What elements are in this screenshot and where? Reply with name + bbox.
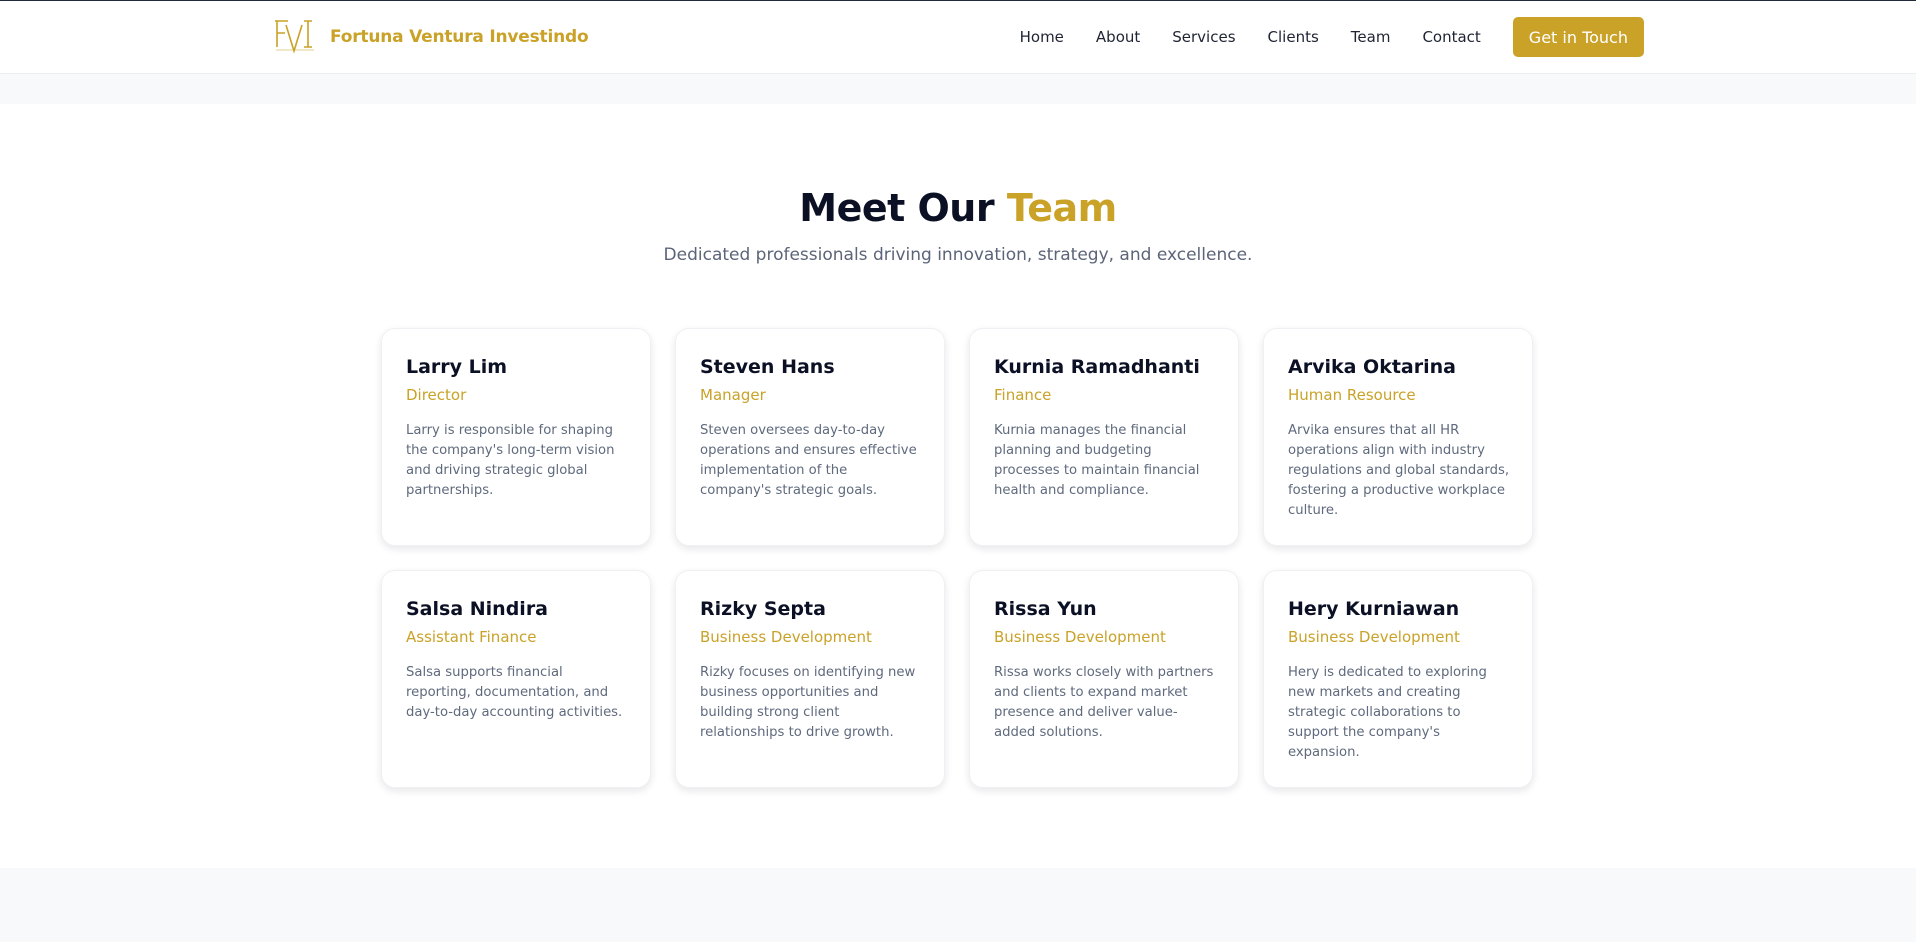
member-name: Steven Hans [700, 356, 835, 378]
get-in-touch-button[interactable]: Get in Touch [1512, 17, 1644, 57]
member-name: Kurnia Ramadhanti [994, 356, 1200, 378]
member-role: Business Development [700, 628, 872, 646]
team-card: Kurnia Ramadhanti Finance Kurnia manages… [969, 328, 1239, 546]
member-role: Assistant Finance [406, 628, 537, 646]
member-name: Hery Kurniawan [1288, 598, 1460, 620]
section-title-prefix: Meet Our [799, 186, 995, 230]
fvi-logo-icon [275, 20, 314, 54]
member-bio: Rissa works closely with partners and cl… [994, 665, 1214, 740]
nav-home[interactable]: Home [1020, 28, 1064, 46]
nav-about[interactable]: About [1096, 28, 1140, 46]
member-role: Director [406, 386, 467, 404]
team-card: Arvika Oktarina Human Resource Arvika en… [1263, 328, 1533, 546]
member-bio: Hery is dedicated to exploring new marke… [1288, 665, 1487, 760]
member-name: Salsa Nindira [406, 598, 549, 620]
team-card: Hery Kurniawan Business Development Hery… [1263, 570, 1533, 788]
member-bio: Salsa supports financial reporting, docu… [406, 665, 623, 720]
member-name: Arvika Oktarina [1288, 356, 1456, 378]
team-section: Meet Our Team Dedicated professionals dr… [0, 104, 1916, 868]
team-grid: Larry Lim Director Larry is responsible … [381, 328, 1533, 788]
brand-name[interactable]: Fortuna Ventura Investindo [330, 27, 589, 47]
team-card: Larry Lim Director Larry is responsible … [381, 328, 651, 546]
member-name: Rizky Septa [700, 598, 826, 620]
member-bio: Arvika ensures that all HR operations al… [1288, 423, 1510, 518]
member-role: Business Development [1288, 628, 1460, 646]
member-role: Finance [994, 386, 1052, 404]
section-title: Meet Our Team [0, 178, 1916, 238]
team-card: Steven Hans Manager Steven oversees day-… [675, 328, 945, 546]
nav-services[interactable]: Services [1172, 28, 1235, 46]
team-card: Rissa Yun Business Development Rissa wor… [969, 570, 1239, 788]
member-bio: Larry is responsible for shaping the com… [406, 423, 615, 498]
member-role: Business Development [994, 628, 1166, 646]
member-bio: Kurnia manages the financial planning an… [994, 423, 1200, 498]
nav-clients[interactable]: Clients [1268, 28, 1319, 46]
member-bio: Rizky focuses on identifying new busines… [700, 665, 916, 740]
member-role: Manager [700, 386, 766, 404]
brand[interactable]: Fortuna Ventura Investindo [274, 17, 589, 57]
section-subtitle: Dedicated professionals driving innovati… [663, 245, 1253, 265]
site-header: Fortuna Ventura Investindo Home About Se… [0, 0, 1916, 74]
nav-team[interactable]: Team [1351, 28, 1391, 46]
main-nav: Home About Services Clients Team Contact… [1020, 1, 1644, 73]
team-card: Salsa Nindira Assistant Finance Salsa su… [381, 570, 651, 788]
member-bio: Steven oversees day-to-day operations an… [700, 423, 917, 498]
section-title-accent: Team [1006, 186, 1117, 230]
page: Fortuna Ventura Investindo Home About Se… [0, 0, 1916, 942]
team-card: Rizky Septa Business Development Rizky f… [675, 570, 945, 788]
member-name: Rissa Yun [994, 598, 1097, 620]
member-role: Human Resource [1288, 386, 1416, 404]
member-name: Larry Lim [406, 356, 508, 378]
nav-contact[interactable]: Contact [1422, 28, 1480, 46]
